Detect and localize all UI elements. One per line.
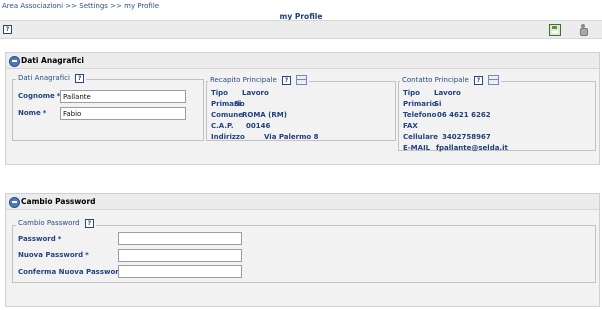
contatto-key: Telefono xyxy=(403,111,437,119)
nome-input[interactable] xyxy=(60,107,186,120)
recapito-legend: Recapito Principale ? xyxy=(208,75,310,85)
help-icon[interactable]: ? xyxy=(282,76,292,85)
recapito-label: Recapito Principale xyxy=(210,76,277,84)
toolbar: ? xyxy=(0,20,602,39)
collapse-icon[interactable] xyxy=(9,56,20,67)
new-password-label: Nuova Password * xyxy=(18,251,89,259)
recapito-value: Si xyxy=(234,100,242,108)
contatto-key: Cellulare xyxy=(403,133,438,141)
panel-header: Dati Anagrafici xyxy=(6,53,599,69)
password-section-label: Cambio Password xyxy=(18,219,80,227)
contatto-value: 3402758967 xyxy=(442,133,491,141)
recapito-key: Indirizzo xyxy=(211,133,245,141)
breadcrumb[interactable]: Area Associazioni >> Settings >> my Prof… xyxy=(2,2,159,10)
recapito-key: Tipo xyxy=(211,89,228,97)
exit-icon[interactable] xyxy=(579,24,588,36)
password-legend: Cambio Password ? xyxy=(16,219,96,228)
anagrafici-section-label: Dati Anagrafici xyxy=(18,74,70,82)
panel-header: Cambio Password xyxy=(6,194,599,210)
help-icon[interactable]: ? xyxy=(75,74,85,83)
recapito-key: Comune xyxy=(211,111,243,119)
contatto-value: Si xyxy=(434,100,442,108)
cognome-input[interactable] xyxy=(60,90,186,103)
panel-title: Dati Anagrafici xyxy=(21,56,84,65)
collapse-icon[interactable] xyxy=(9,197,20,208)
anagrafici-legend: Dati Anagrafici ? xyxy=(16,74,87,83)
list-icon[interactable] xyxy=(296,75,308,85)
contatto-value: 06 4621 6262 xyxy=(437,111,491,119)
contatto-value: Lavoro xyxy=(434,89,461,97)
confirm-password-input[interactable] xyxy=(118,265,242,278)
save-icon[interactable] xyxy=(549,24,561,36)
dati-anagrafici-panel: Dati Anagrafici Dati Anagrafici ? Cognom… xyxy=(5,52,600,165)
confirm-password-label: Conferma Nuova Password* xyxy=(18,268,129,276)
new-password-input[interactable] xyxy=(118,249,242,262)
contatto-key: E-MAIL xyxy=(403,144,431,152)
cambio-password-panel: Cambio Password Cambio Password ? Passwo… xyxy=(5,193,600,307)
password-input[interactable] xyxy=(118,232,242,245)
help-icon[interactable]: ? xyxy=(84,219,94,228)
contatto-label: Contatto Principale xyxy=(402,76,469,84)
cognome-label: Cognome * xyxy=(18,92,61,100)
contatto-key: Tipo xyxy=(403,89,420,97)
recapito-key: C.A.P. xyxy=(211,122,234,130)
nome-label: Nome * xyxy=(18,109,47,117)
help-icon[interactable]: ? xyxy=(474,76,484,85)
recapito-value: Lavoro xyxy=(242,89,269,97)
list-icon[interactable] xyxy=(488,75,500,85)
panel-title: Cambio Password xyxy=(21,197,96,206)
password-label: Password * xyxy=(18,235,62,243)
contatto-key: Primario xyxy=(403,100,437,108)
recapito-value: ROMA (RM) xyxy=(242,111,287,119)
recapito-value: 00146 xyxy=(246,122,271,130)
contatto-value: fpallante@selda.it xyxy=(436,144,508,152)
help-icon[interactable]: ? xyxy=(3,25,12,34)
contatto-key: FAX xyxy=(403,122,418,130)
recapito-value: Via Palermo 8 xyxy=(264,133,319,141)
contatto-legend: Contatto Principale ? xyxy=(400,75,502,85)
